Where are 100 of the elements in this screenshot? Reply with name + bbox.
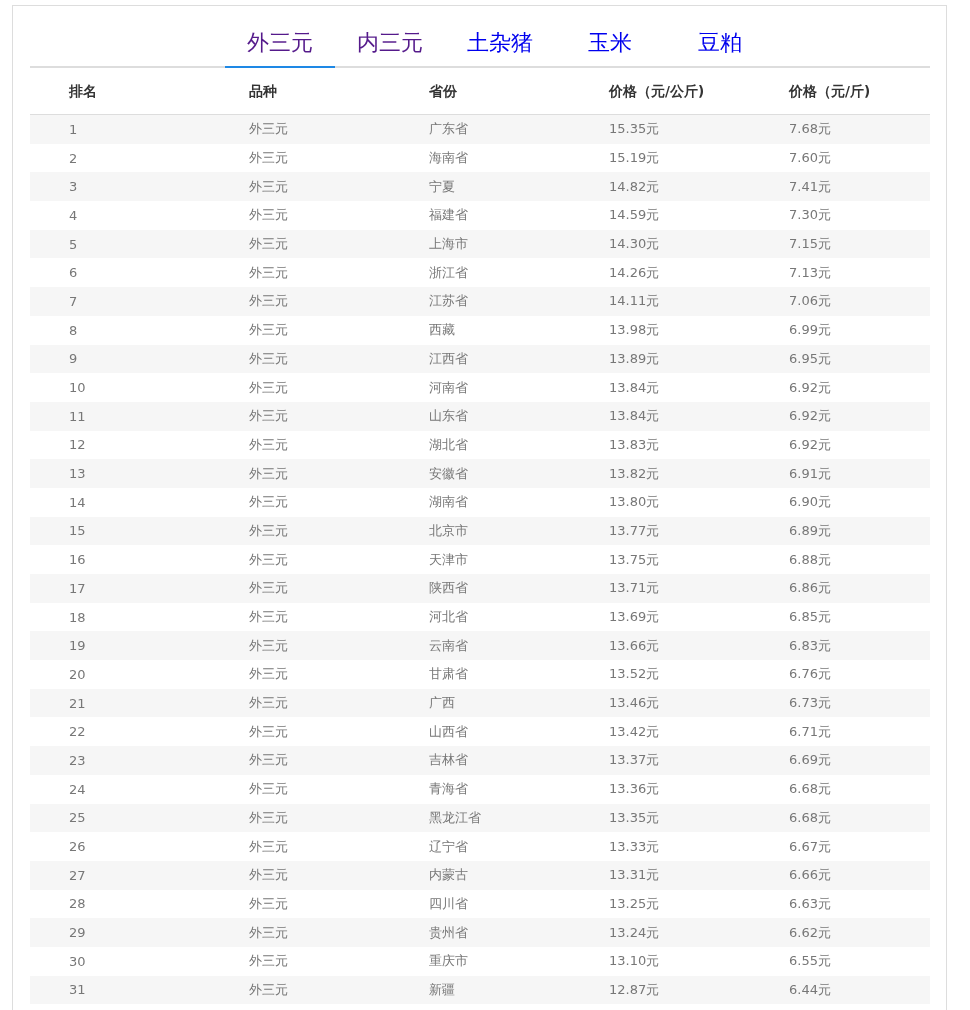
table-cell: 6.68元	[789, 809, 831, 825]
table-cell: 6.63元	[789, 895, 831, 911]
table-cell: 6.92元	[789, 436, 831, 452]
table-cell: 13.46元	[609, 695, 660, 711]
table-cell: 10	[69, 380, 86, 396]
table-cell: 13	[69, 466, 86, 482]
table-cell: 外三元	[249, 408, 288, 424]
table-cell: 13.83元	[609, 436, 660, 452]
table-cell: 13.10元	[609, 953, 660, 969]
tab[interactable]: 内三元	[335, 30, 445, 68]
column-header: 价格（元/公斤)	[570, 70, 750, 115]
table-cell: 黑龙江省	[429, 809, 481, 825]
table-cell: 6.71元	[789, 723, 831, 739]
table-cell: 外三元	[249, 838, 288, 854]
table-cell: 6.69元	[789, 752, 831, 768]
table-cell: 外三元	[249, 150, 288, 166]
table-cell: 30	[69, 953, 86, 969]
table-cell: 外三元	[249, 379, 288, 395]
table-cell: 13.69元	[609, 609, 660, 625]
table-cell: 13.82元	[609, 465, 660, 481]
table-cell: 7	[69, 293, 78, 309]
table-cell: 6	[69, 265, 78, 281]
table-cell: 外三元	[249, 981, 288, 997]
table-cell: 外三元	[249, 522, 288, 538]
table-cell: 6.90元	[789, 494, 831, 510]
tab[interactable]: 外三元	[225, 30, 335, 68]
table-cell: 吉林省	[429, 752, 468, 768]
table-cell: 外三元	[249, 924, 288, 940]
table-cell: 13.52元	[609, 666, 660, 682]
table-cell: 广西	[429, 695, 455, 711]
tab[interactable]: 土杂猪	[445, 30, 555, 68]
table-cell: 北京市	[429, 522, 468, 538]
table-cell: 13.75元	[609, 551, 660, 567]
table-cell: 新疆	[429, 981, 455, 997]
table-cell: 6.91元	[789, 465, 831, 481]
table-cell: 22	[69, 724, 86, 740]
table-cell: 外三元	[249, 666, 288, 682]
table-cell: 13.66元	[609, 637, 660, 653]
table-cell: 外三元	[249, 723, 288, 739]
table-cell: 浙江省	[429, 264, 468, 280]
table-cell: 6.86元	[789, 580, 831, 596]
table-cell: 外三元	[249, 781, 288, 797]
table-cell: 山东省	[429, 408, 468, 424]
table-cell: 13.77元	[609, 522, 660, 538]
table-cell: 外三元	[249, 752, 288, 768]
table-cell: 29	[69, 925, 86, 941]
table-cell: 13.71元	[609, 580, 660, 596]
table-cell: 21	[69, 695, 86, 711]
table-cell: 湖北省	[429, 436, 468, 452]
table-cell: 外三元	[249, 637, 288, 653]
table-cell: 14.59元	[609, 207, 660, 223]
table-cell: 外三元	[249, 322, 288, 338]
table-cell: 15.35元	[609, 121, 660, 137]
table-cell: 31	[69, 982, 86, 998]
table-cell: 西藏	[429, 322, 455, 338]
table-cell: 13.37元	[609, 752, 660, 768]
table-cell: 青海省	[429, 781, 468, 797]
table-cell: 6.68元	[789, 781, 831, 797]
table-cell: 24	[69, 781, 86, 797]
table-cell: 14.11元	[609, 293, 660, 309]
tab[interactable]: 豆粕	[665, 30, 775, 68]
table-cell: 5	[69, 236, 78, 252]
table-cell: 安徽省	[429, 465, 468, 481]
table-cell: 25	[69, 810, 86, 826]
table-cell: 6.55元	[789, 953, 831, 969]
table-cell: 外三元	[249, 809, 288, 825]
table-cell: 6.76元	[789, 666, 831, 682]
table-cell: 6.92元	[789, 408, 831, 424]
table-cell: 外三元	[249, 436, 288, 452]
tab[interactable]: 玉米	[555, 30, 665, 68]
table-cell: 13.98元	[609, 322, 660, 338]
table-cell: 28	[69, 896, 86, 912]
table-cell: 重庆市	[429, 953, 468, 969]
table-cell: 外三元	[249, 895, 288, 911]
table-cell: 13.35元	[609, 809, 660, 825]
table-cell: 外三元	[249, 695, 288, 711]
table-cell: 7.60元	[789, 150, 831, 166]
table-cell: 广东省	[429, 121, 468, 137]
table-cell: 山西省	[429, 723, 468, 739]
table-cell: 13.84元	[609, 379, 660, 395]
table-cell: 江苏省	[429, 293, 468, 309]
table-cell: 14.26元	[609, 264, 660, 280]
table-cell: 13.84元	[609, 408, 660, 424]
table-cell: 陕西省	[429, 580, 468, 596]
table-cell: 湖南省	[429, 494, 468, 510]
column-header: 排名	[30, 70, 210, 115]
table-cell: 20	[69, 666, 86, 682]
table-cell: 外三元	[249, 609, 288, 625]
table-cell: 外三元	[249, 293, 288, 309]
table-cell: 15	[69, 523, 86, 539]
table-cell: 6.88元	[789, 551, 831, 567]
table-cell: 宁夏	[429, 178, 455, 194]
table-cell: 13.24元	[609, 924, 660, 940]
column-header: 品种	[210, 70, 390, 115]
table-cell: 6.95元	[789, 350, 831, 366]
table-cell: 13.25元	[609, 895, 660, 911]
table-cell: 19	[69, 638, 86, 654]
table-cell: 17	[69, 580, 86, 596]
table-cell: 4	[69, 207, 78, 223]
table-cell: 7.15元	[789, 236, 831, 252]
